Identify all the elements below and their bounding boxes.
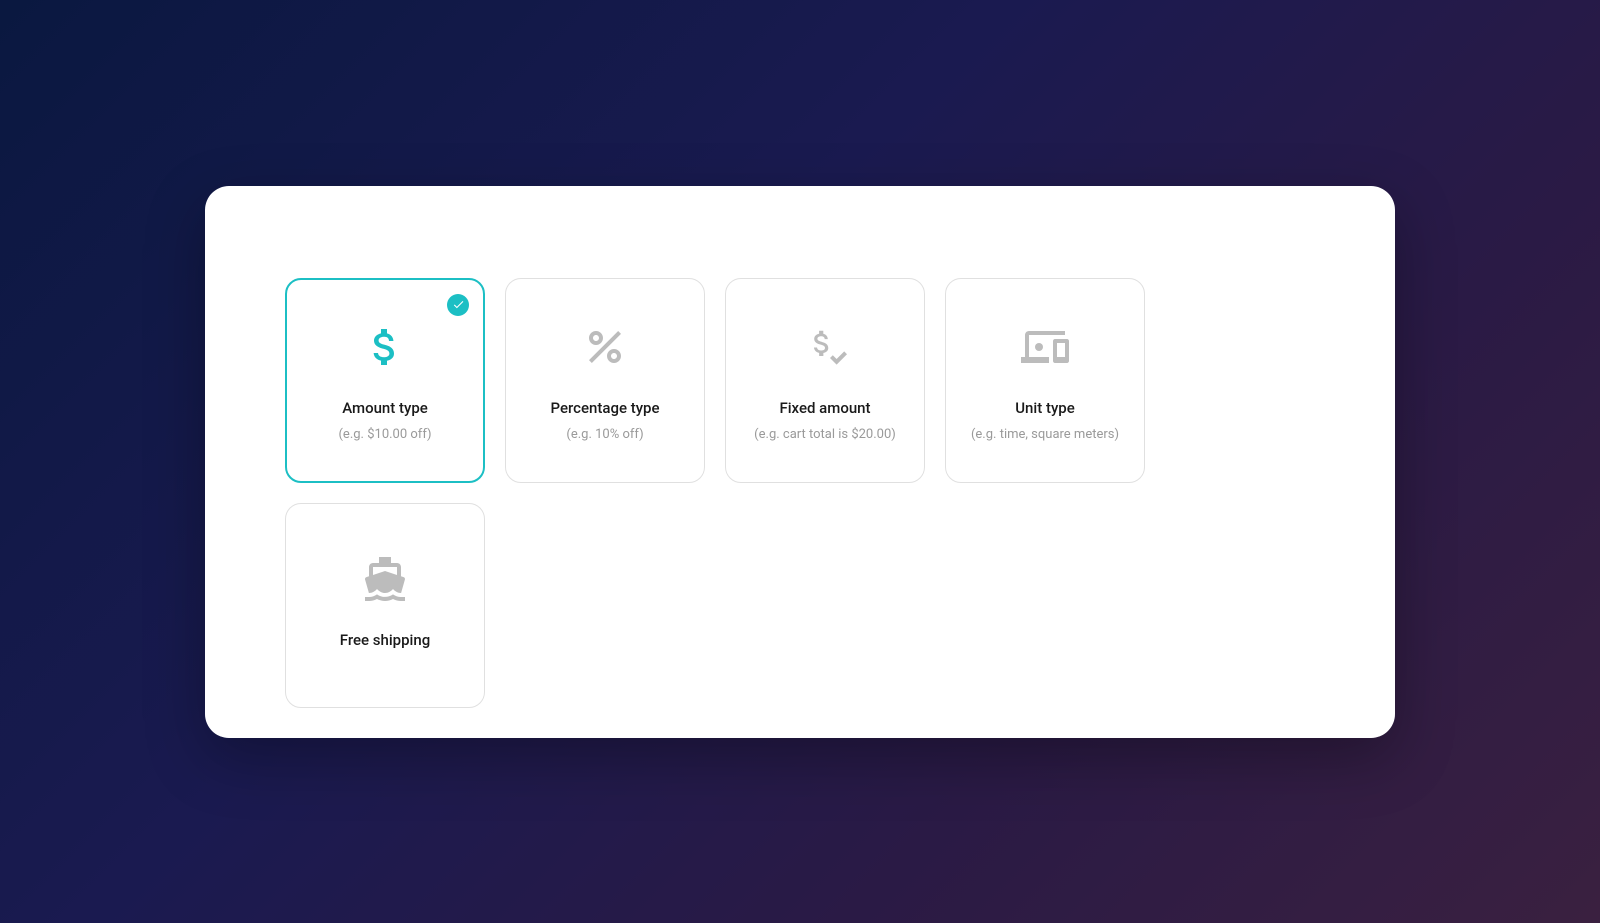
dollar-icon — [357, 319, 413, 375]
option-card-subtitle: (e.g. $10.00 off) — [338, 427, 431, 442]
option-card-title: Unit type — [1015, 399, 1075, 417]
option-card-subtitle: (e.g. cart total is $20.00) — [754, 427, 896, 442]
option-card-subtitle: (e.g. time, square meters) — [971, 427, 1119, 442]
option-card-shipping[interactable]: Free shipping — [285, 503, 485, 708]
option-card-percentage[interactable]: Percentage type (e.g. 10% off) — [505, 278, 705, 483]
dollar-check-icon — [797, 319, 853, 375]
option-card-fixed[interactable]: Fixed amount (e.g. cart total is $20.00) — [725, 278, 925, 483]
options-panel: Amount type (e.g. $10.00 off) Percentage… — [205, 186, 1395, 738]
option-card-title: Percentage type — [550, 399, 659, 417]
option-card-grid: Amount type (e.g. $10.00 off) Percentage… — [285, 278, 1315, 708]
percent-icon — [577, 319, 633, 375]
option-card-subtitle: (e.g. 10% off) — [566, 427, 643, 442]
option-card-unit[interactable]: Unit type (e.g. time, square meters) — [945, 278, 1145, 483]
ship-icon — [357, 551, 413, 607]
option-card-title: Free shipping — [340, 631, 430, 649]
check-badge-icon — [447, 294, 469, 316]
option-card-title: Fixed amount — [779, 399, 870, 417]
option-card-title: Amount type — [342, 399, 428, 417]
option-card-amount[interactable]: Amount type (e.g. $10.00 off) — [285, 278, 485, 483]
devices-icon — [1017, 319, 1073, 375]
